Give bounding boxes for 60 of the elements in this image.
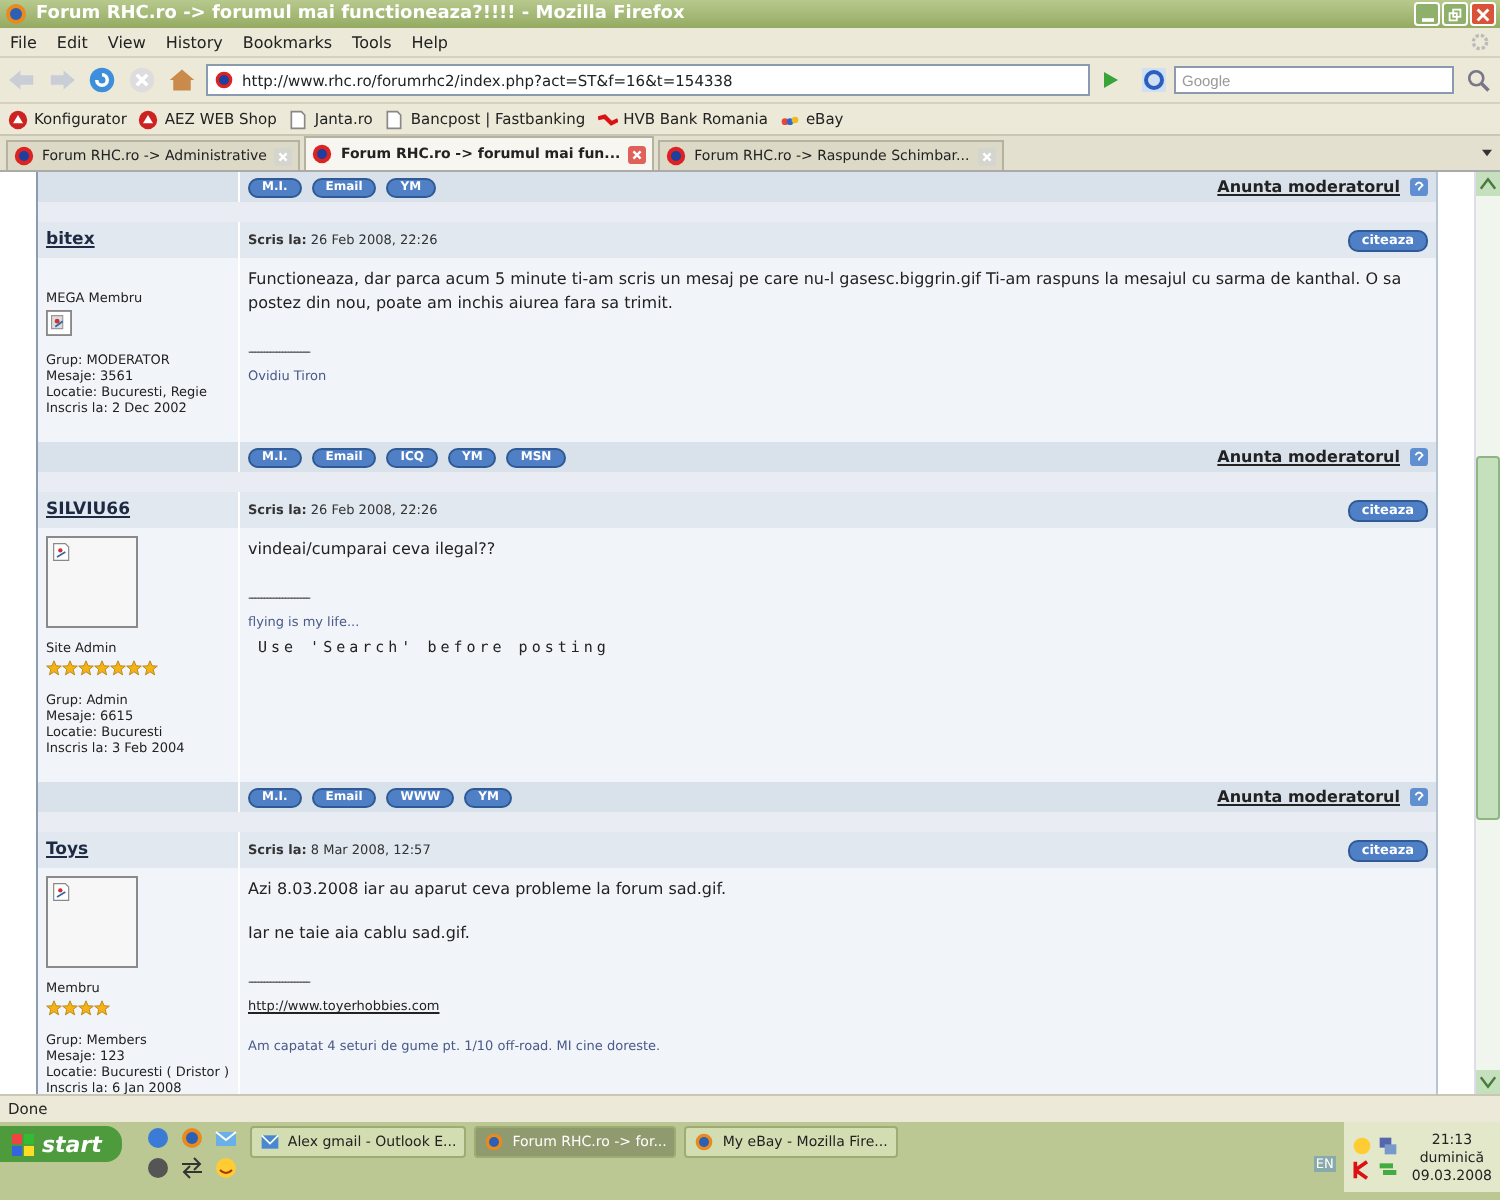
go-icon[interactable] (1098, 68, 1122, 92)
minimize-icon (1421, 17, 1433, 21)
menu-item[interactable]: File (10, 33, 37, 51)
close-icon (1474, 5, 1492, 23)
restore-icon (1446, 5, 1464, 23)
throbber-icon (1470, 32, 1490, 52)
site-icon (666, 146, 687, 166)
mail-icon[interactable] (213, 1126, 238, 1150)
wave-icon (597, 109, 618, 129)
page-icon (288, 109, 309, 129)
broken-image-icon (52, 542, 72, 562)
menu-item[interactable]: Edit (56, 33, 88, 51)
k-icon[interactable] (1351, 1159, 1372, 1179)
report-link[interactable]: Anunta moderatorul (1217, 788, 1400, 806)
menu-item[interactable]: Tools (352, 33, 392, 51)
site-icon (14, 146, 34, 166)
close-button[interactable] (1470, 2, 1496, 26)
site-icon (312, 144, 333, 164)
reload-icon[interactable] (86, 66, 118, 94)
report-link[interactable]: Anunta moderatorul (1217, 448, 1400, 466)
help-icon[interactable] (1410, 178, 1428, 196)
smiley-icon[interactable] (213, 1156, 238, 1180)
globe-icon[interactable] (145, 1156, 170, 1180)
post-text: Functioneaza, dar parca acum 5 minute ti-am scris un mesaj pe care nu-l gasesc.biggrin.gif Ti-am raspuns la mesajul cu sarma de kanthal. O sa postez din nou, poate am inchis aiurea fara sa trimit. (248, 268, 1404, 316)
menu-item[interactable]: History (165, 33, 223, 51)
broken-image-icon (52, 882, 72, 902)
author-name[interactable]: SILVIU66 (46, 500, 131, 520)
close-icon[interactable] (628, 145, 647, 163)
restore-button[interactable] (1442, 2, 1468, 26)
caret-icon[interactable] (1480, 148, 1494, 158)
help-icon[interactable] (1410, 448, 1428, 466)
author-name[interactable]: bitex (46, 230, 95, 250)
broken-image-icon (46, 310, 72, 336)
stack-icon[interactable] (1377, 1159, 1398, 1179)
down-arrow-icon[interactable] (1476, 1070, 1500, 1094)
menu-item[interactable]: Help (411, 33, 449, 51)
search-icon[interactable] (1462, 66, 1494, 94)
logo-icon (138, 109, 159, 129)
help-icon[interactable] (1410, 788, 1428, 806)
report-link[interactable]: Anunta moderatorul (1217, 178, 1400, 196)
minimize-button[interactable] (1414, 2, 1440, 26)
menu-item[interactable]: View (107, 33, 146, 51)
home-icon[interactable] (166, 66, 198, 94)
author-name[interactable]: Toys (46, 840, 89, 860)
site-icon (214, 70, 234, 90)
network-icon[interactable] (1377, 1135, 1398, 1155)
scrollbar[interactable] (1474, 172, 1500, 1094)
post-text: Iar ne taie aia cablu sad.gif. (248, 922, 470, 946)
windows-flag-icon (12, 1133, 34, 1155)
search-engine-icon[interactable] (1142, 68, 1166, 92)
arrows-icon[interactable] (179, 1156, 204, 1180)
menu-item[interactable]: Bookmarks (242, 33, 333, 51)
page-icon (384, 109, 405, 129)
window-title: Forum RHC.ro -> forumul mai functioneaza?!!!! - Mozilla Firefox (36, 4, 687, 24)
up-arrow-icon[interactable] (1476, 172, 1500, 196)
mail-icon (259, 1132, 280, 1152)
post-text: Azi 8.03.2008 iar au aparut ceva probleme la forum sad.gif. (248, 878, 726, 902)
logo-icon (8, 109, 28, 129)
post-text: vindeai/cumparai ceva ilegal?? (248, 538, 496, 562)
browser-icon[interactable] (145, 1126, 170, 1150)
